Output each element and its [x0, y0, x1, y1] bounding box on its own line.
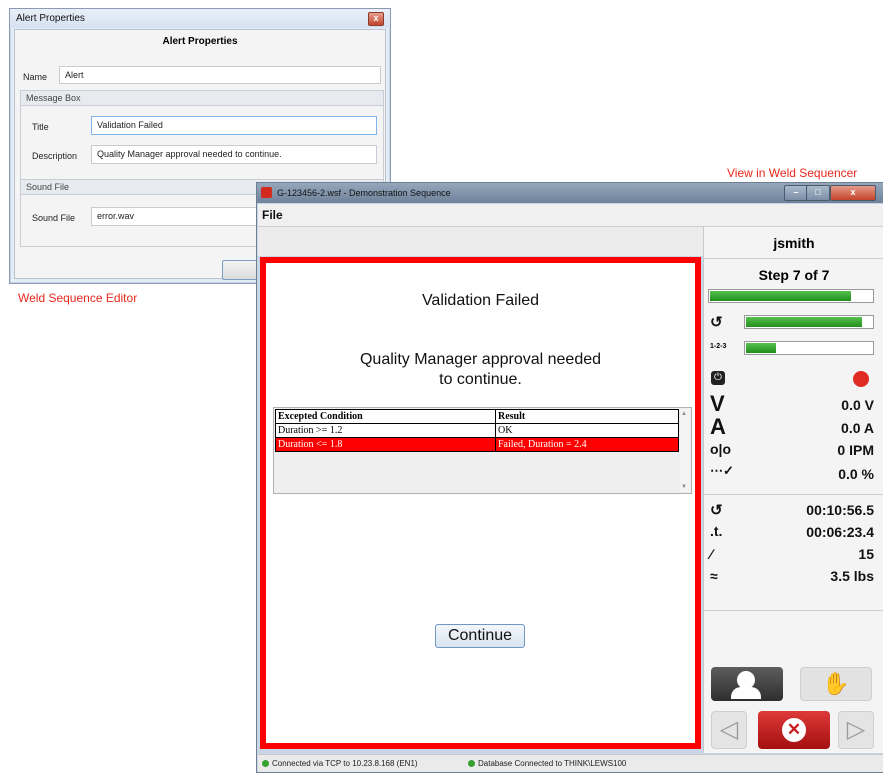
status-ok-icon	[262, 760, 269, 767]
close-icon[interactable]: x	[830, 185, 876, 201]
wire-feed-value: 0 IPM	[837, 442, 874, 458]
app-icon	[261, 187, 272, 198]
alert-message-line2: to continue.	[439, 371, 522, 388]
close-icon[interactable]: x	[368, 12, 384, 26]
stop-icon: ✕	[782, 718, 806, 742]
header-condition: Excepted Condition	[278, 411, 363, 422]
counter-icon: 1-2-3	[710, 343, 727, 350]
arrow-right-icon: ▷	[846, 716, 866, 743]
condition-cell: Duration >= 1.2	[278, 425, 343, 436]
table-scrollbar[interactable]: ▲ ▼	[680, 409, 690, 492]
wire-weight-value: 3.5 lbs	[830, 568, 874, 584]
previous-button[interactable]: ◁	[711, 711, 747, 749]
continue-button[interactable]: Continue	[435, 624, 525, 648]
hand-button[interactable]: ✋	[800, 667, 872, 701]
wire-feed-icon: o|o	[710, 441, 732, 457]
alert-properties-titlebar[interactable]: Alert Properties x	[10, 9, 390, 28]
title-label: Title	[32, 122, 49, 132]
wire-weight-icon: ≈	[710, 568, 718, 584]
status-bar: Connected via TCP to 10.23.8.168 (EN1) D…	[258, 754, 883, 772]
weld-count-icon: ∕	[710, 546, 713, 562]
alert-panel: Validation Failed Quality Manager approv…	[260, 257, 701, 749]
result-cell: OK	[498, 425, 513, 436]
sequencer-titlebar[interactable]: G-123456-2.wsf - Demonstration Sequence …	[257, 183, 883, 203]
alert-title: Validation Failed	[421, 292, 540, 309]
result-cell: Failed, Duration = 2.4	[498, 439, 587, 450]
abort-button[interactable]: ✕	[758, 711, 830, 749]
validation-table: Excepted Condition Result Duration >= 1.…	[273, 407, 692, 494]
caption-editor: Weld Sequence Editor	[18, 291, 138, 305]
table-header: Excepted Condition Result	[275, 409, 679, 424]
message-box-group: Message Box Title Validation Failed Desc…	[20, 90, 384, 180]
voltage-value: 0.0 V	[841, 397, 874, 413]
step-progress-bar	[708, 289, 874, 303]
percent-value: 0.0 %	[838, 466, 874, 482]
readings-box: ⏻ V 0.0 V A 0.0 A o|o 0 IPM ⋯✓ 0.0 %	[704, 363, 883, 495]
arrow-left-icon: ◁	[719, 716, 739, 743]
tcp-status: Connected via TCP to 10.23.8.168 (EN1)	[262, 759, 418, 768]
menu-bar: File	[258, 204, 883, 227]
operator-button[interactable]	[711, 667, 783, 701]
menu-file[interactable]: File	[262, 208, 283, 222]
elapsed-value: 00:06:23.4	[806, 524, 874, 540]
title-field[interactable]: Validation Failed	[91, 116, 377, 135]
minimize-icon[interactable]: –	[784, 185, 808, 201]
percent-icon: ⋯✓	[710, 463, 734, 478]
caption-sequencer: View in Weld Sequencer	[727, 166, 858, 180]
current-value: 0.0 A	[841, 420, 874, 436]
arc-time-value: 00:10:56.5	[806, 502, 874, 518]
dialog-header: Alert Properties	[162, 36, 238, 47]
weld-count-value: 15	[858, 546, 874, 562]
status-sidebar: jsmith Step 7 of 7 ↺ 1-2-3 ⏻ V 0.0 V A 0…	[703, 227, 883, 753]
scroll-down-icon[interactable]: ▼	[681, 484, 687, 490]
db-status: Database Connected to THINK\LEWS100	[468, 759, 626, 768]
sound-file-label: Sound File	[32, 213, 76, 223]
table-row[interactable]: Duration >= 1.2 OK	[275, 424, 679, 438]
table-row-failed[interactable]: Duration <= 1.8 Failed, Duration = 2.4	[275, 438, 679, 452]
status-ok-icon	[468, 760, 475, 767]
name-field[interactable]: Alert	[59, 66, 381, 84]
count-progress-bar	[744, 341, 874, 355]
power-icon: ⏻	[711, 371, 725, 385]
timer-icon: ↺	[710, 314, 723, 331]
elapsed-icon: .t.	[710, 523, 723, 539]
description-field[interactable]: Quality Manager approval needed to conti…	[91, 145, 377, 164]
name-label: Name	[23, 72, 48, 82]
toolbar-area	[258, 227, 703, 256]
weld-sequencer-window: G-123456-2.wsf - Demonstration Sequence …	[256, 182, 883, 773]
alert-message-line1: Quality Manager approval needed	[359, 351, 602, 368]
condition-cell: Duration <= 1.8	[278, 439, 343, 450]
user-name: jsmith	[773, 235, 815, 251]
window-title: Alert Properties	[16, 13, 85, 24]
next-button[interactable]: ▷	[838, 711, 874, 749]
status-indicator-icon	[853, 371, 869, 387]
totals-box: ↺ 00:10:56.5 .t. 00:06:23.4 ∕ 15 ≈ 3.5 l…	[704, 495, 883, 611]
hand-icon: ✋	[822, 671, 850, 696]
user-box: jsmith	[704, 227, 883, 259]
description-label: Description	[32, 151, 78, 161]
timer-progress-bar	[744, 315, 874, 329]
group-header: Message Box	[21, 91, 383, 106]
step-indicator: Step 7 of 7	[758, 267, 830, 283]
header-result: Result	[498, 411, 526, 422]
window-title: G-123456-2.wsf - Demonstration Sequence	[277, 188, 451, 198]
arc-time-icon: ↺	[710, 502, 723, 519]
maximize-icon[interactable]: □	[806, 185, 830, 201]
scroll-up-icon[interactable]: ▲	[681, 411, 687, 417]
amp-icon: A	[710, 414, 726, 439]
